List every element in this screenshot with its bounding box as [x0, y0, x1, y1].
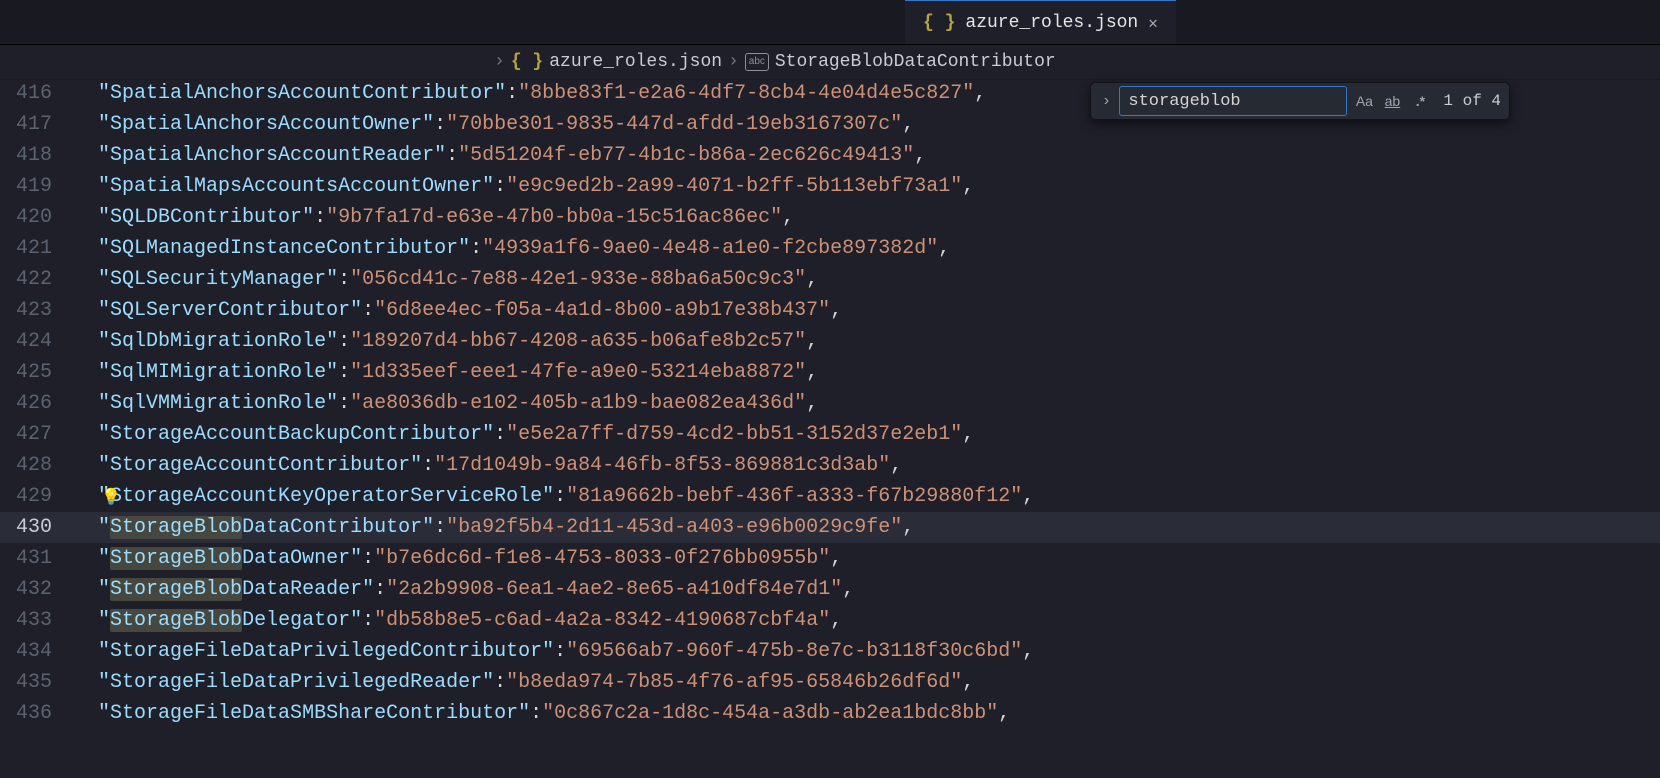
tab-azure-roles[interactable]: { } azure_roles.json ✕	[905, 0, 1176, 44]
json-icon: { }	[511, 52, 543, 72]
code-content[interactable]: "SpatialAnchorsAccountContributor":"8bbe…	[74, 82, 986, 105]
tab-bar: { } azure_roles.json ✕	[0, 0, 1660, 45]
code-line[interactable]: 429 "StorageAccountKeyOperatorServiceRol…	[0, 481, 1660, 512]
code-line[interactable]: 430 "StorageBlobDataContributor":"ba92f5…	[0, 512, 1660, 543]
line-number: 431	[0, 547, 74, 570]
code-content[interactable]: "SpatialMapsAccountsAccountOwner":"e9c9e…	[74, 175, 974, 198]
code-content[interactable]: "SqlDbMigrationRole":"189207d4-bb67-4208…	[74, 330, 818, 353]
code-content[interactable]: "SpatialAnchorsAccountReader":"5d51204f-…	[74, 144, 926, 167]
code-line[interactable]: 435 "StorageFileDataPrivilegedReader":"b…	[0, 667, 1660, 698]
code-line[interactable]: 434 "StorageFileDataPrivilegedContributo…	[0, 636, 1660, 667]
line-number: 429	[0, 485, 74, 508]
line-number: 432	[0, 578, 74, 601]
code-line[interactable]: 421 "SQLManagedInstanceContributor":"493…	[0, 233, 1660, 264]
line-number: 428	[0, 454, 74, 477]
tab-filename: azure_roles.json	[965, 13, 1138, 33]
line-number: 425	[0, 361, 74, 384]
code-line[interactable]: 428 "StorageAccountContributor":"17d1049…	[0, 450, 1660, 481]
lightbulb-icon[interactable]: 💡	[102, 481, 120, 512]
tab-spacer	[0, 0, 905, 44]
regex-toggle[interactable]: .*	[1409, 90, 1431, 112]
chevron-right-icon[interactable]: ›	[1099, 92, 1113, 110]
code-line[interactable]: 426 "SqlVMMigrationRole":"ae8036db-e102-…	[0, 388, 1660, 419]
code-content[interactable]: "StorageFileDataPrivilegedContributor":"…	[74, 640, 1034, 663]
code-line[interactable]: 420 "SQLDBContributor":"9b7fa17d-e63e-47…	[0, 202, 1660, 233]
chevron-right-icon: ›	[494, 52, 505, 72]
code-content[interactable]: "SQLServerContributor":"6d8ee4ec-f05a-4a…	[74, 299, 842, 322]
editor[interactable]: 416 "SpatialAnchorsAccountContributor":"…	[0, 78, 1660, 778]
code-content[interactable]: "SQLManagedInstanceContributor":"4939a1f…	[74, 237, 950, 260]
line-number: 434	[0, 640, 74, 663]
code-line[interactable]: 418 "SpatialAnchorsAccountReader":"5d512…	[0, 140, 1660, 171]
code-content[interactable]: "SQLSecurityManager":"056cd41c-7e88-42e1…	[74, 268, 818, 291]
search-count: 1 of 4	[1443, 92, 1501, 110]
breadcrumb-symbol[interactable]: StorageBlobDataContributor	[775, 52, 1056, 72]
breadcrumb[interactable]: › { } azure_roles.json › abc StorageBlob…	[0, 45, 1660, 80]
line-number: 421	[0, 237, 74, 260]
code-content[interactable]: "StorageFileDataPrivilegedReader":"b8eda…	[74, 671, 974, 694]
line-number: 418	[0, 144, 74, 167]
close-icon[interactable]: ✕	[1148, 13, 1158, 33]
code-content[interactable]: "SpatialAnchorsAccountOwner":"70bbe301-9…	[74, 113, 914, 136]
json-icon: { }	[923, 13, 955, 33]
code-line[interactable]: 422 "SQLSecurityManager":"056cd41c-7e88-…	[0, 264, 1660, 295]
code-content[interactable]: "StorageAccountBackupContributor":"e5e2a…	[74, 423, 974, 446]
code-line[interactable]: 432 "StorageBlobDataReader":"2a2b9908-6e…	[0, 574, 1660, 605]
chevron-right-icon: ›	[728, 52, 739, 72]
string-icon: abc	[745, 53, 769, 71]
line-number: 427	[0, 423, 74, 446]
code-line[interactable]: 433 "StorageBlobDelegator":"db58b8e5-c6a…	[0, 605, 1660, 636]
line-number: 435	[0, 671, 74, 694]
line-number: 416	[0, 82, 74, 105]
code-line[interactable]: 419 "SpatialMapsAccountsAccountOwner":"e…	[0, 171, 1660, 202]
line-number: 420	[0, 206, 74, 229]
code-content[interactable]: "SQLDBContributor":"9b7fa17d-e63e-47b0-b…	[74, 206, 794, 229]
code-content[interactable]: "SqlMIMigrationRole":"1d335eef-eee1-47fe…	[74, 361, 818, 384]
code-content[interactable]: "StorageFileDataSMBShareContributor":"0c…	[74, 702, 1010, 725]
line-number: 430	[0, 516, 74, 539]
code-line[interactable]: 436 "StorageFileDataSMBShareContributor"…	[0, 698, 1660, 729]
line-number: 417	[0, 113, 74, 136]
find-widget: › Aa ab .* 1 of 4	[1090, 82, 1510, 120]
code-content[interactable]: "StorageBlobDataOwner":"b7e6dc6d-f1e8-47…	[74, 547, 842, 570]
search-input[interactable]	[1119, 86, 1347, 116]
code-line[interactable]: 425 "SqlMIMigrationRole":"1d335eef-eee1-…	[0, 357, 1660, 388]
line-number: 436	[0, 702, 74, 725]
code-content[interactable]: "StorageBlobDelegator":"db58b8e5-c6ad-4a…	[74, 609, 842, 632]
match-case-toggle[interactable]: Aa	[1353, 90, 1375, 112]
line-number: 426	[0, 392, 74, 415]
line-number: 433	[0, 609, 74, 632]
match-whole-word-toggle[interactable]: ab	[1381, 90, 1403, 112]
breadcrumb-file[interactable]: azure_roles.json	[549, 52, 722, 72]
line-number: 424	[0, 330, 74, 353]
line-number: 423	[0, 299, 74, 322]
code-line[interactable]: 424 "SqlDbMigrationRole":"189207d4-bb67-…	[0, 326, 1660, 357]
code-content[interactable]: "StorageBlobDataReader":"2a2b9908-6ea1-4…	[74, 578, 854, 601]
code-line[interactable]: 423 "SQLServerContributor":"6d8ee4ec-f05…	[0, 295, 1660, 326]
code-line[interactable]: 427 "StorageAccountBackupContributor":"e…	[0, 419, 1660, 450]
line-number: 422	[0, 268, 74, 291]
code-content[interactable]: "StorageAccountContributor":"17d1049b-9a…	[74, 454, 902, 477]
code-content[interactable]: "SqlVMMigrationRole":"ae8036db-e102-405b…	[74, 392, 818, 415]
code-content[interactable]: "StorageBlobDataContributor":"ba92f5b4-2…	[74, 516, 914, 539]
code-content[interactable]: "StorageAccountKeyOperatorServiceRole":"…	[74, 485, 1034, 508]
line-number: 419	[0, 175, 74, 198]
code-line[interactable]: 431 "StorageBlobDataOwner":"b7e6dc6d-f1e…	[0, 543, 1660, 574]
